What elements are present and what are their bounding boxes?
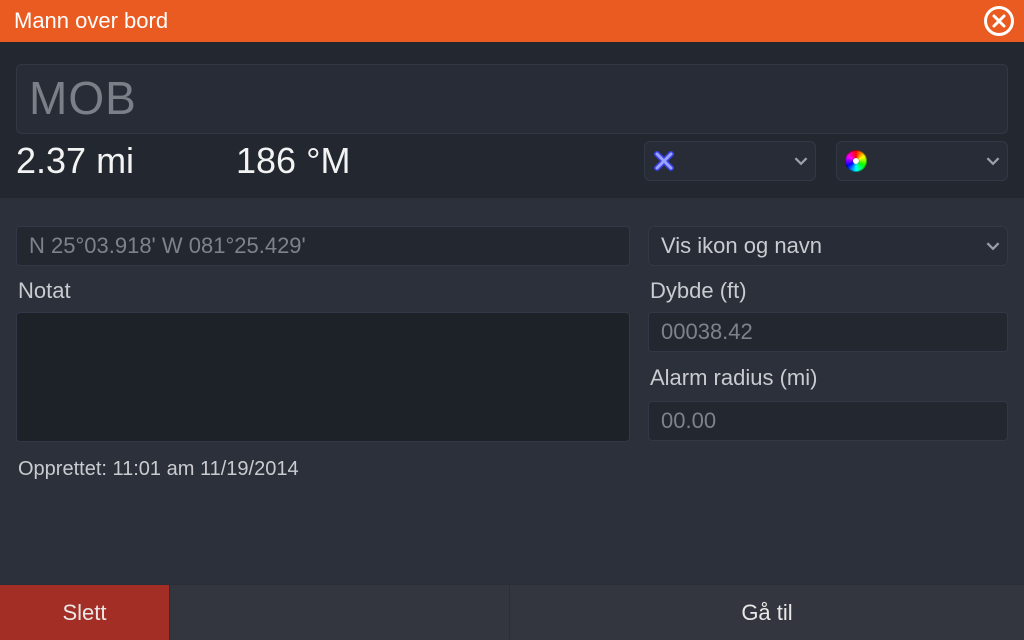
goto-button[interactable]: Gå til bbox=[510, 584, 1024, 640]
depth-label: Dybde (ft) bbox=[648, 272, 1008, 306]
x-marker-icon bbox=[653, 150, 675, 172]
display-mode-value: Vis ikon og navn bbox=[661, 233, 822, 259]
details-section: N 25°03.918' W 081°25.429' Vis ikon og n… bbox=[0, 198, 1024, 493]
depth-value: 00038.42 bbox=[661, 319, 753, 345]
bottom-toolbar: Slett Gå til bbox=[0, 584, 1024, 640]
icon-selector[interactable] bbox=[644, 141, 816, 181]
chevron-down-icon bbox=[787, 154, 815, 168]
color-wheel-icon bbox=[845, 150, 867, 172]
window-title: Mann over bord bbox=[14, 8, 984, 34]
header-section: MOB 2.37 mi 186 °M bbox=[0, 42, 1024, 198]
coordinates-input[interactable]: N 25°03.918' W 081°25.429' bbox=[16, 226, 630, 266]
depth-input[interactable]: 00038.42 bbox=[648, 312, 1008, 352]
close-icon bbox=[991, 13, 1007, 29]
chevron-down-icon bbox=[979, 239, 1007, 253]
metrics-row: 2.37 mi 186 °M bbox=[16, 140, 1008, 182]
created-timestamp: Opprettet: 11:01 am 11/19/2014 bbox=[16, 458, 1008, 481]
display-mode-selector[interactable]: Vis ikon og navn bbox=[648, 226, 1008, 266]
delete-button[interactable]: Slett bbox=[0, 584, 170, 640]
goto-button-label: Gå til bbox=[741, 600, 792, 626]
color-selector[interactable] bbox=[836, 141, 1008, 181]
delete-button-label: Slett bbox=[62, 600, 106, 626]
spacer-button[interactable] bbox=[170, 584, 510, 640]
name-input[interactable]: MOB bbox=[16, 64, 1008, 134]
notes-textarea[interactable] bbox=[16, 312, 630, 442]
alarm-radius-value: 00.00 bbox=[661, 408, 716, 434]
distance-value: 2.37 mi bbox=[16, 140, 216, 182]
alarm-radius-label: Alarm radius (mi) bbox=[648, 359, 1008, 394]
title-bar: Mann over bord bbox=[0, 0, 1024, 42]
name-value: MOB bbox=[29, 71, 995, 125]
chevron-down-icon bbox=[979, 154, 1007, 168]
close-button[interactable] bbox=[984, 6, 1014, 36]
alarm-radius-input[interactable]: 00.00 bbox=[648, 401, 1008, 441]
notes-label: Notat bbox=[16, 272, 630, 306]
coordinates-value: N 25°03.918' W 081°25.429' bbox=[29, 233, 306, 259]
bearing-value: 186 °M bbox=[236, 140, 624, 182]
